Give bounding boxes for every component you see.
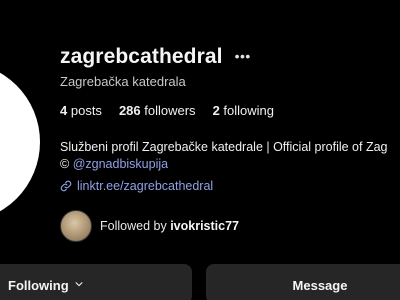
following-stat[interactable]: 2 following [213, 103, 274, 118]
more-horizontal-icon[interactable]: ••• [235, 49, 251, 63]
followed-by[interactable]: Followed by ivokristic77 [60, 210, 239, 242]
profile-bio: Službeni profil Zagrebačke katedrale | O… [60, 139, 400, 173]
follower-avatar [60, 210, 92, 242]
followers-count: 286 [118, 103, 141, 118]
followed-by-text: Followed by ivokristic77 [100, 219, 239, 233]
bio-line-2: © @zgnadbiskupija [60, 156, 400, 173]
bio-line-1: Službeni profil Zagrebačke katedrale | O… [60, 140, 388, 154]
posts-label: posts [70, 103, 102, 118]
following-count: 2 [212, 103, 220, 118]
posts-stat: 4 posts [60, 103, 102, 118]
bio-copyright: © [60, 157, 70, 171]
profile-page: zagrebcathedral ••• Zagrebačka katedrala… [0, 0, 400, 300]
following-button[interactable]: Following [0, 264, 192, 300]
posts-count: 4 [60, 103, 68, 118]
followed-by-prefix: Followed by [100, 219, 167, 233]
followers-label: followers [144, 103, 196, 118]
link-icon [60, 180, 72, 192]
following-button-label: Following [8, 278, 69, 293]
username-row: zagrebcathedral ••• [60, 42, 251, 72]
message-button[interactable]: Message [206, 264, 400, 300]
bio-mention-link[interactable]: @zgnadbiskupija [73, 157, 168, 171]
profile-link-text[interactable]: linktr.ee/zagrebcathedral [77, 179, 213, 193]
followers-stat[interactable]: 286 followers [119, 103, 196, 118]
profile-username: zagrebcathedral [60, 45, 223, 68]
profile-display-name: Zagrebačka katedrala [60, 74, 186, 89]
message-button-label: Message [292, 278, 348, 293]
following-label: following [223, 103, 275, 118]
profile-stats: 4 posts 286 followers 2 following [60, 103, 274, 118]
chevron-down-icon [75, 282, 83, 287]
followed-by-user[interactable]: ivokristic77 [170, 219, 239, 233]
profile-avatar[interactable] [0, 62, 40, 222]
profile-link[interactable]: linktr.ee/zagrebcathedral [60, 179, 213, 193]
